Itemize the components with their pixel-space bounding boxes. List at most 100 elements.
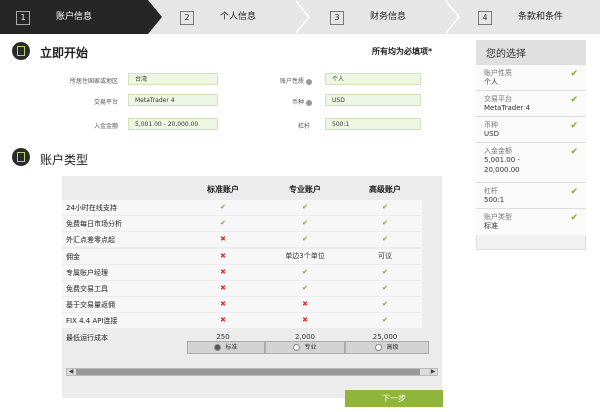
row-label: 免费每日市场分析 <box>66 220 122 229</box>
step-financial-info[interactable]: 3 财务信息 <box>326 0 446 34</box>
row-label: 基于交易量返佣 <box>66 301 115 310</box>
radio-dot <box>293 344 301 351</box>
cross-icon: ✖ <box>220 316 226 325</box>
cross-icon: ✖ <box>220 251 226 260</box>
check-icon: ✔ <box>382 235 388 244</box>
summary-key: 账户类型 <box>484 213 512 221</box>
step-arrow <box>294 0 308 34</box>
summary-item: 入金金额 5,001.00 - 20,000.00 ✔ <box>476 142 586 183</box>
radio-pro[interactable]: 专业 <box>265 341 345 354</box>
row-label: FIX 4.4 API连接 <box>66 317 118 326</box>
column-standard: 标准账户 <box>207 185 239 194</box>
summary-key: 入金金额 <box>484 147 512 155</box>
table-cell: 单边3个单位 <box>285 251 325 260</box>
next-button[interactable]: 下一步 <box>345 390 443 407</box>
summary-value: 20,000.00 <box>484 166 520 174</box>
table-row: 外汇点差零点起 ✖ ✔ ✔ <box>62 232 422 248</box>
step-label: 个人信息 <box>220 12 257 22</box>
summary-value: 标准 <box>484 222 498 230</box>
check-icon: ✔ <box>302 203 308 211</box>
row-label: 24小时在线支持 <box>66 204 117 212</box>
table-row: 专属账户经理 ✖ ✔ ✔ <box>62 264 422 280</box>
row-label: 最低运行成本 <box>66 333 108 342</box>
column-premium: 高级账户 <box>369 185 401 194</box>
check-icon: ✔ <box>302 235 308 244</box>
section-title-start: 立即开始 <box>40 46 89 60</box>
table-row: 佣金 ✖ 单边3个单位 可议 <box>62 248 422 264</box>
check-icon: ✔ <box>382 300 388 309</box>
step-number: 4 <box>478 11 492 25</box>
currency-field[interactable]: USD <box>325 94 421 106</box>
row-label: 免费交易工具 <box>66 285 108 293</box>
summary-key: 交易平台 <box>484 95 512 103</box>
table-row: 基于交易量返佣 ✖ ✖ ✔ <box>62 297 422 313</box>
scroll-left-icon[interactable]: ◀ <box>67 368 75 376</box>
radio-premium[interactable]: 高级 <box>345 341 429 354</box>
check-icon: ✔ <box>570 213 578 223</box>
deposit-field[interactable]: 5,001.00 - 20,000.00 <box>128 118 218 130</box>
scroll-right-icon[interactable]: ▶ <box>429 368 437 376</box>
check-icon: ✔ <box>570 147 578 157</box>
radio-dot <box>214 344 222 351</box>
table-cell: 可议 <box>378 251 392 260</box>
summary-value: MetaTrader 4 <box>484 104 531 112</box>
account-nature-label: 账户性质 <box>262 76 312 85</box>
cross-icon: ✖ <box>220 300 226 309</box>
summary-title: 您的选择 <box>486 49 526 60</box>
account-nature-field[interactable]: 个人 <box>325 73 421 85</box>
step-label: 财务信息 <box>370 12 407 22</box>
step-arrow <box>444 0 458 34</box>
section-title-account-type: 账户类型 <box>40 153 89 167</box>
check-icon: ✔ <box>382 284 388 292</box>
step-terms[interactable]: 4 条款和条件 <box>474 0 600 34</box>
step-label: 条款和条件 <box>518 12 564 22</box>
cross-icon: ✖ <box>302 300 308 309</box>
radio-label: 专业 <box>304 344 317 351</box>
country-field[interactable]: 台湾 <box>128 73 218 85</box>
column-pro: 专业账户 <box>289 185 321 194</box>
document-icon <box>12 42 30 60</box>
check-icon: ✔ <box>382 267 388 276</box>
summary-value: 5,001.00 - <box>484 156 520 164</box>
radio-label: 高级 <box>386 344 399 351</box>
summary-value: 个人 <box>484 78 498 86</box>
check-icon: ✔ <box>302 219 308 228</box>
check-icon: ✔ <box>382 203 388 211</box>
summary-item: 账户类型 标准 ✔ <box>476 208 586 235</box>
platform-label: 交易平台 <box>93 99 118 106</box>
step-number: 2 <box>180 11 194 25</box>
step-number: 3 <box>330 11 344 25</box>
check-icon: ✔ <box>220 203 226 211</box>
check-icon: ✔ <box>302 284 308 292</box>
check-icon: ✔ <box>570 187 578 197</box>
scrollbar-thumb[interactable] <box>76 369 420 375</box>
country-label: 所居住国家或地区 <box>69 78 118 85</box>
summary-key: 账户性质 <box>484 69 512 77</box>
step-number: 1 <box>16 11 30 25</box>
help-icon[interactable] <box>306 99 312 106</box>
cross-icon: ✖ <box>302 316 308 325</box>
document-icon <box>12 148 30 166</box>
summary-item: 币种 USD ✔ <box>476 116 586 143</box>
check-icon: ✔ <box>220 219 226 228</box>
summary-key: 杠杆 <box>484 187 498 195</box>
summary-item: 账户性质 个人 ✔ <box>476 64 586 91</box>
help-icon[interactable] <box>306 78 312 85</box>
check-icon: ✔ <box>570 69 578 79</box>
leverage-label: 杠杆 <box>297 123 310 130</box>
platform-field[interactable]: MetaTrader 4 <box>128 94 218 106</box>
radio-standard[interactable]: 标准 <box>187 341 265 354</box>
step-label: 账户信息 <box>56 12 93 22</box>
check-icon: ✔ <box>382 219 388 228</box>
table-row: 免费每日市场分析 ✔ ✔ ✔ <box>62 216 422 232</box>
account-nature-label-text: 账户性质 <box>279 78 304 85</box>
step-arrow <box>148 0 162 34</box>
currency-label-text: 币种 <box>291 99 304 106</box>
cross-icon: ✖ <box>220 235 226 244</box>
check-icon: ✔ <box>570 121 578 131</box>
leverage-field[interactable]: 500:1 <box>325 118 421 130</box>
step-personal-info[interactable]: 2 个人信息 <box>176 0 296 34</box>
step-account-info[interactable]: 1 账户信息 <box>0 0 148 34</box>
check-icon: ✔ <box>302 267 308 276</box>
table-row: 免费交易工具 ✖ ✔ ✔ <box>62 281 422 296</box>
